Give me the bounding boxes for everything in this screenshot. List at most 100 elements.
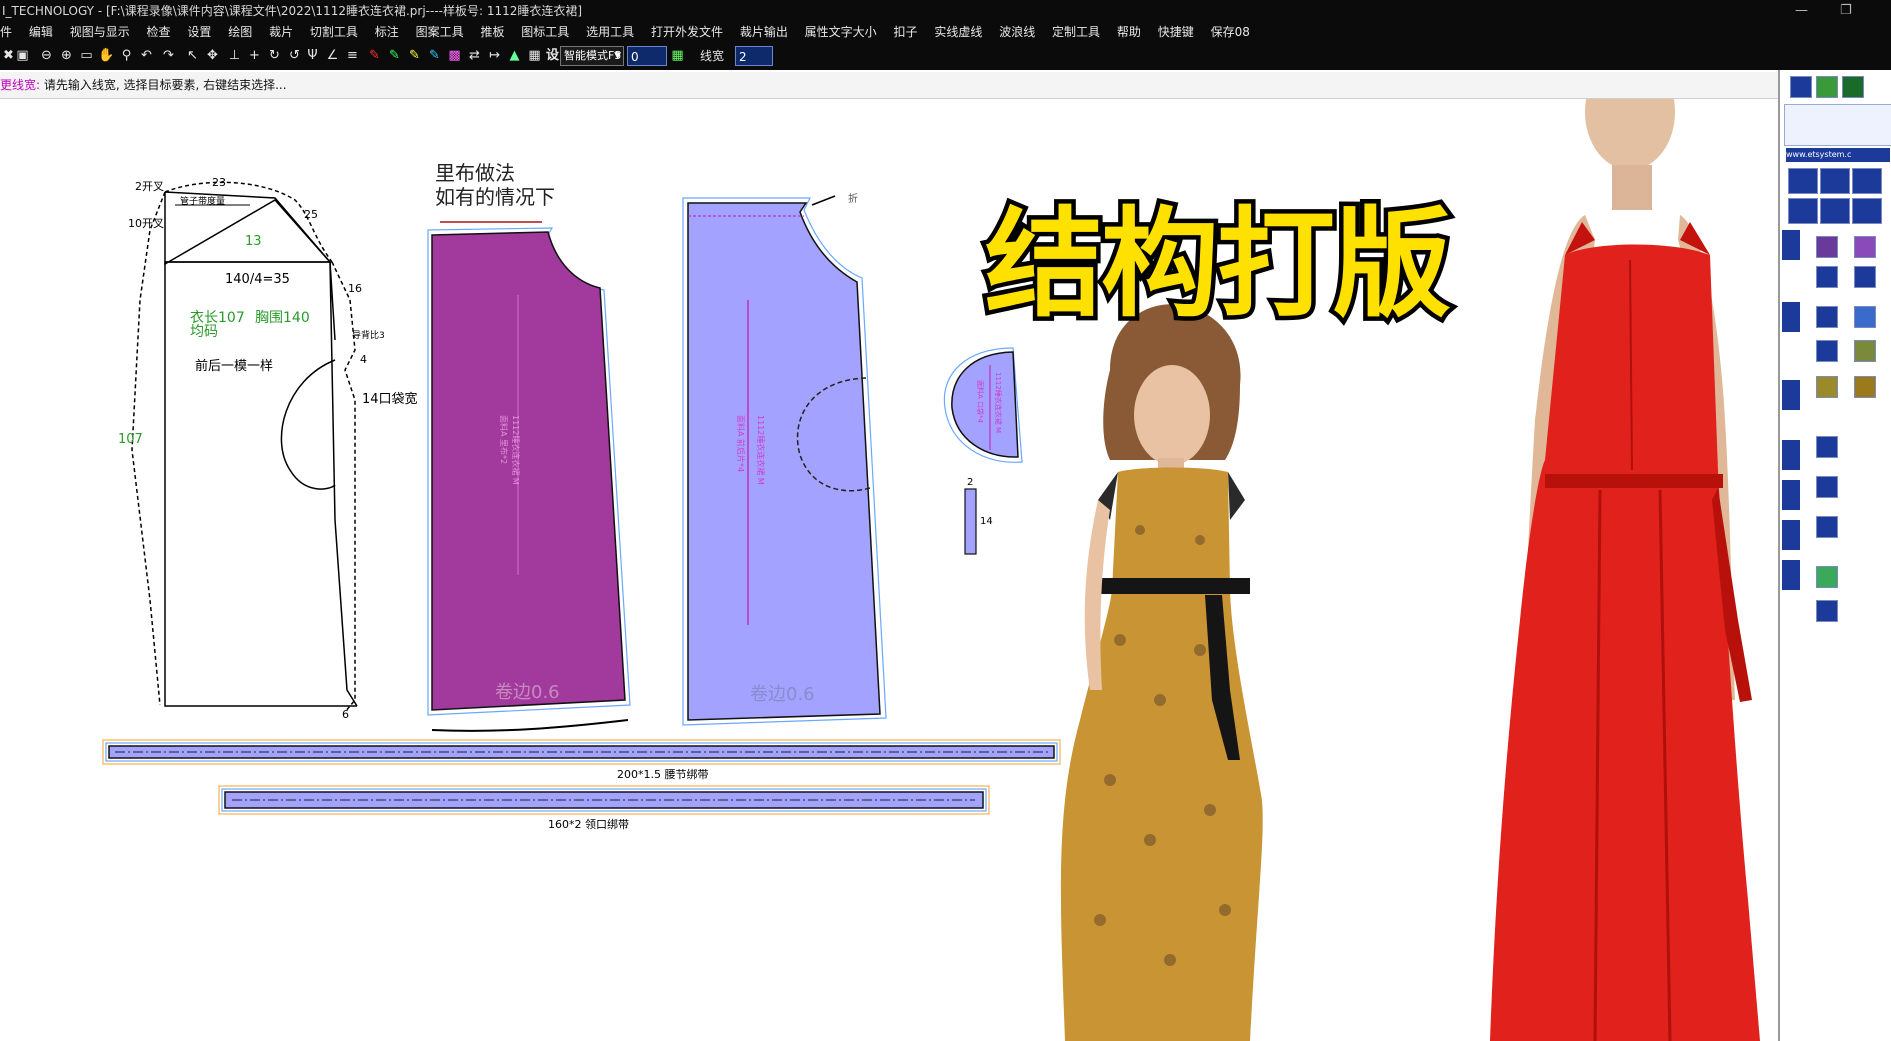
fork-icon[interactable]: Ψ	[304, 47, 321, 64]
linewidth-field[interactable]: 2	[735, 46, 773, 66]
panel-tool-bracket-icon[interactable]	[1816, 436, 1838, 458]
label-fold: 管子带度量	[180, 195, 225, 207]
label-size: 均码	[190, 324, 218, 340]
pen-green-icon[interactable]: ✎	[386, 47, 403, 64]
panel-tool-text-icon[interactable]	[1816, 476, 1838, 498]
panel-tool-dim-icon[interactable]	[1816, 516, 1838, 538]
pen-cyan-icon[interactable]: ✎	[426, 47, 443, 64]
small-strap-shape	[964, 488, 977, 555]
menu-item-icon-tools[interactable]: 图标工具	[521, 22, 569, 42]
draft-dashed-left	[131, 191, 166, 706]
panel-tool-label-icon[interactable]	[1816, 566, 1838, 588]
menu-item-pattern-tools[interactable]: 图案工具	[416, 22, 464, 42]
menu-item-annotate[interactable]: 标注	[375, 22, 399, 42]
pen-red-icon[interactable]: ✎	[366, 47, 383, 64]
grade-icon[interactable]: ▲	[506, 47, 523, 64]
panel-tool-cut-icon[interactable]	[1820, 198, 1850, 224]
label-chest-formula: 140/4=35	[225, 272, 290, 287]
mode-select[interactable]: 智能模式F5 ▼	[560, 46, 624, 66]
rotate-icon[interactable]: ↻	[266, 47, 283, 64]
draft-left-hem-line	[164, 192, 357, 707]
panel-tool-curve-icon[interactable]	[1788, 198, 1818, 224]
crosshair-icon[interactable]: +	[246, 47, 263, 64]
snap-toggle-icon[interactable]: ▦	[669, 47, 686, 64]
panel-tool-dart-icon[interactable]	[1852, 198, 1882, 224]
menu-item-line-style[interactable]: 实线虚线	[934, 22, 982, 42]
mirror-icon[interactable]: ⇄	[466, 47, 483, 64]
pattern-drawing[interactable]: 2开叉 10开叉 23 25 管子带度量 13 140/4=35 16 衣长10…	[0, 99, 1780, 1041]
measure-icon[interactable]: ↦	[486, 47, 503, 64]
menu-item-text-size[interactable]: 属性文字大小	[805, 22, 877, 42]
zoom-in-icon[interactable]: ⊕	[58, 47, 75, 64]
menu-item-custom-tools[interactable]: 定制工具	[1052, 22, 1100, 42]
menu-item-select-tools[interactable]: 选用工具	[586, 22, 634, 42]
menu-item-cut-tools[interactable]: 切割工具	[310, 22, 358, 42]
panel-tool-square-icon[interactable]	[1816, 340, 1838, 362]
panel-tool-line-icon[interactable]	[1788, 168, 1818, 194]
panel-strip-d	[1782, 440, 1800, 470]
pen-yellow-icon[interactable]: ✎	[406, 47, 423, 64]
panel-tool-pleat-icon[interactable]	[1854, 236, 1876, 258]
panel-grade-icon[interactable]	[1842, 76, 1864, 98]
panel-tool-point-icon[interactable]	[1820, 168, 1850, 194]
menu-item-wave-line[interactable]: 波浪线	[999, 22, 1035, 42]
move-icon[interactable]: ✥	[204, 47, 221, 64]
align-icon[interactable]: ⊥	[226, 47, 243, 64]
panel-tool-fold-icon[interactable]	[1816, 236, 1838, 258]
panel-tool-arc-icon[interactable]	[1852, 168, 1882, 194]
panel-tool-hand-icon[interactable]	[1854, 306, 1876, 328]
panel-tool-mirror-icon[interactable]	[1854, 340, 1876, 362]
menu-item-buttons[interactable]: 扣子	[894, 22, 918, 42]
minimize-icon[interactable]: —	[1795, 0, 1808, 22]
menu-item-shortcuts[interactable]: 快捷键	[1158, 22, 1194, 42]
zoom-out-icon[interactable]: ⊖	[38, 47, 55, 64]
menu-item-edit[interactable]: 编辑	[29, 22, 53, 42]
window-title: I_TECHNOLOGY - [F:\课程录像\课件内容\课程文件\2022\1…	[2, 4, 583, 18]
panel-tool-grade-y-icon[interactable]	[1854, 376, 1876, 398]
grid-icon[interactable]: ▦	[526, 47, 543, 64]
settings-shortcut-label[interactable]: 设	[544, 47, 561, 64]
menu-item-file[interactable]: 件	[0, 22, 12, 42]
angle-icon[interactable]: ∠	[324, 47, 341, 64]
menu-item-view[interactable]: 视图与显示	[70, 22, 130, 42]
panel-tool-output-icon[interactable]	[1816, 600, 1838, 622]
drawing-canvas[interactable]: 2开叉 10开叉 23 25 管子带度量 13 140/4=35 16 衣长10…	[0, 99, 1780, 1041]
panel-logo-strip	[1784, 104, 1891, 146]
color-palette-icon[interactable]: ▩	[446, 47, 463, 64]
rotate-ccw-icon[interactable]: ↺	[286, 47, 303, 64]
fit-screen-icon[interactable]: ▭	[78, 47, 95, 64]
panel-strip-e	[1782, 480, 1800, 510]
redo-icon[interactable]: ↷	[160, 47, 177, 64]
label-same: 前后一模一样	[195, 358, 273, 374]
parallel-icon[interactable]: ≡	[344, 47, 361, 64]
menu-item-save08[interactable]: 保存08	[1211, 22, 1250, 42]
purple-lining-piece: 卷边0.6 1112睡衣连衣裙 M 面料A 里布*2	[427, 227, 631, 732]
zoom-window-icon[interactable]: ⚲	[118, 47, 135, 64]
menu-item-grading[interactable]: 推板	[480, 22, 504, 42]
pan-hand-icon[interactable]: ✋	[98, 47, 115, 64]
menu-item-piece-output[interactable]: 裁片输出	[740, 22, 788, 42]
select-arrow-icon[interactable]: ↖	[184, 47, 201, 64]
value-field[interactable]: 0	[627, 46, 667, 66]
panel-curve-icon[interactable]	[1816, 76, 1838, 98]
child-avatar-image	[1060, 304, 1263, 1041]
menu-item-check[interactable]: 检查	[147, 22, 171, 42]
panel-tool-hole-icon[interactable]	[1854, 266, 1876, 288]
panel-tool-notch-icon[interactable]	[1816, 266, 1838, 288]
menu-item-settings[interactable]: 设置	[187, 22, 211, 42]
menu-item-pieces[interactable]: 裁片	[269, 22, 293, 42]
save-icon[interactable]: ▣	[14, 47, 31, 64]
label-16: 16	[348, 282, 362, 295]
undo-icon[interactable]: ↶	[138, 47, 155, 64]
panel-tool-grade-x-icon[interactable]	[1816, 376, 1838, 398]
menu-item-help[interactable]: 帮助	[1117, 22, 1141, 42]
menu-item-draw[interactable]: 绘图	[228, 22, 252, 42]
label-daoya: 导背比3	[352, 329, 385, 341]
panel-tool-spiral-icon[interactable]	[1816, 306, 1838, 328]
label-bust: 胸围140	[255, 310, 310, 326]
restore-icon[interactable]: ❐	[1840, 0, 1852, 22]
pocket-inner-label2: 面料A 口袋*4	[976, 380, 985, 424]
menu-item-open-external[interactable]: 打开外发文件	[651, 22, 723, 42]
panel-fit-icon[interactable]	[1790, 76, 1812, 98]
label-2kai: 2开叉	[135, 180, 164, 193]
